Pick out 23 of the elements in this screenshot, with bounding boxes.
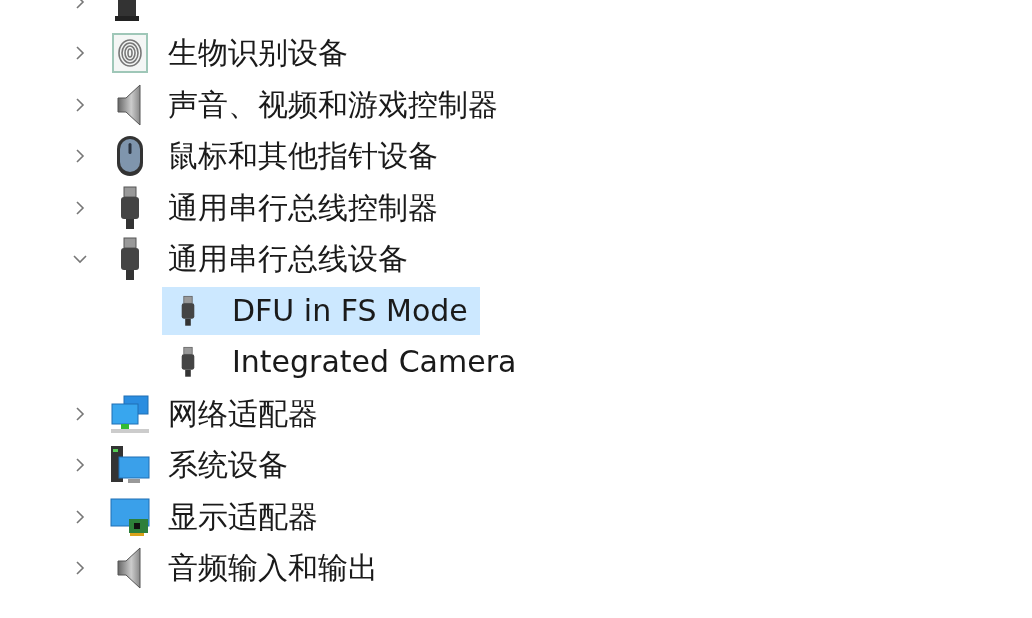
- tree-item[interactable]: 生物识别设备: [110, 27, 352, 79]
- item-label: 鼠标和其他指针设备: [168, 138, 438, 175]
- item-label: 生物识别设备: [168, 35, 348, 72]
- tree-item[interactable]: 通用串行总线控制器: [110, 182, 442, 234]
- tree-item[interactable]: 声音、视频和游戏控制器: [110, 79, 502, 131]
- item-label: DFU in FS Mode: [232, 292, 468, 329]
- fingerprint-icon: [110, 31, 150, 76]
- item-label: 通用串行总线控制器: [168, 189, 438, 226]
- tree-item[interactable]: 网络适配器: [110, 388, 322, 440]
- tree-item[interactable]: 鼠标和其他指针设备: [110, 130, 442, 182]
- tree-item[interactable]: 显示适配器: [110, 491, 322, 543]
- item-label: 音频输入和输出: [168, 550, 378, 587]
- item-label: 系统设备: [168, 447, 288, 484]
- item-label: 声音、视频和游戏控制器: [168, 86, 498, 123]
- tree-item[interactable]: Integrated Camera: [162, 338, 529, 387]
- item-label: 显示适配器: [168, 498, 318, 535]
- tree-item[interactable]: 音频输入和输出: [110, 542, 382, 594]
- item-label: Integrated Camera: [232, 344, 517, 381]
- item-label: 网络适配器: [168, 395, 318, 432]
- item-label: 通用串行总线设备: [168, 241, 408, 278]
- tree-item[interactable]: 系统设备: [110, 439, 292, 491]
- tree-item[interactable]: DFU in FS Mode: [162, 286, 480, 335]
- tree-item[interactable]: 通用串行总线设备: [110, 233, 412, 285]
